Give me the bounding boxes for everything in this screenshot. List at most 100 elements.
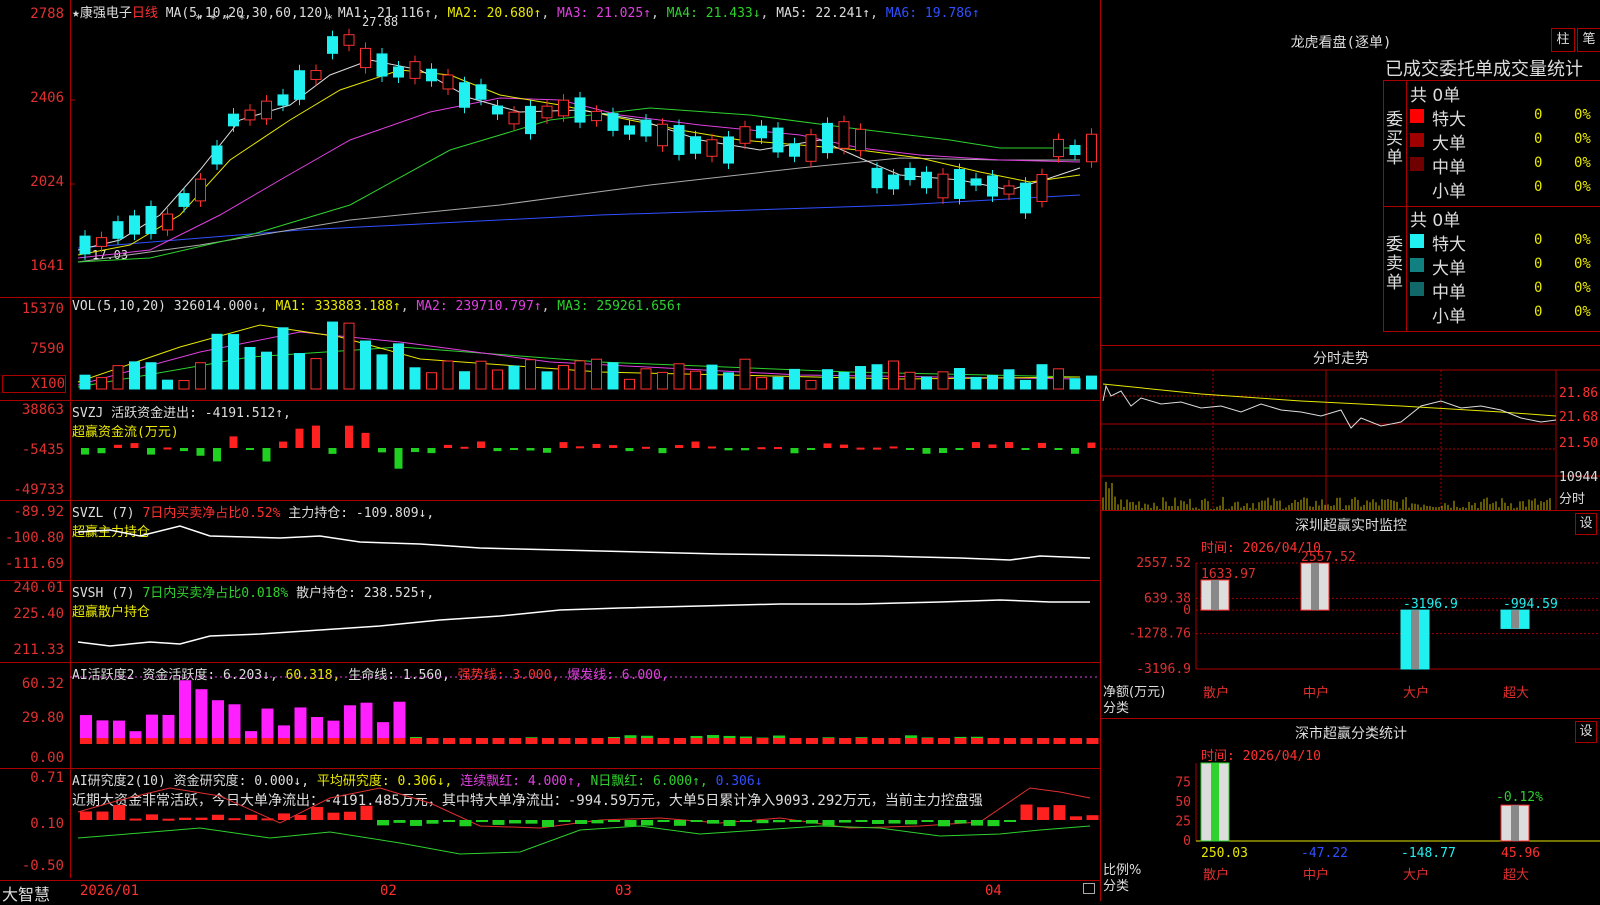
candle bbox=[657, 123, 668, 147]
candle bbox=[409, 61, 421, 79]
main-chart-area[interactable]: ★康强电子日线 MA(5,10,20,30,60,120) MA1: 21.11… bbox=[0, 0, 1101, 880]
intraday-footer: 分时 bbox=[1559, 492, 1586, 507]
research-bar bbox=[146, 814, 158, 820]
fund-flow-bar bbox=[378, 448, 386, 453]
svsh-pane[interactable]: SVSH (7) 7日内买卖净占比0.018% 散户持仓: 238.525↑, 超… bbox=[0, 580, 1100, 663]
volume-bar bbox=[261, 351, 272, 390]
research-bar bbox=[1037, 807, 1049, 820]
activity-bar bbox=[360, 702, 373, 744]
fund-flow-bar bbox=[724, 448, 733, 451]
research-bar bbox=[426, 820, 439, 824]
candle bbox=[244, 109, 256, 121]
research-bar bbox=[690, 820, 703, 822]
fund-flow-bar bbox=[328, 448, 337, 454]
candle bbox=[970, 178, 982, 186]
monitor-bar-shade bbox=[1311, 563, 1319, 611]
activity-base bbox=[1004, 738, 1016, 744]
monitor-bar-shade bbox=[1211, 580, 1219, 611]
monitor-category: 超大 bbox=[1503, 686, 1529, 701]
research-bar bbox=[179, 817, 191, 820]
volume-bar bbox=[1086, 375, 1097, 390]
fund-flow-bar bbox=[1005, 442, 1013, 448]
bar-mode-button[interactable]: 柱 bbox=[1551, 28, 1575, 52]
volume-bar bbox=[145, 362, 157, 390]
research-bar bbox=[228, 818, 241, 821]
volume-bar bbox=[1020, 379, 1031, 390]
volume-bar bbox=[607, 362, 619, 390]
candle bbox=[195, 178, 206, 202]
ai-research-pane[interactable]: AI研究度2(10) 资金研究度: 0.000↓, 平均研究度: 0.306↓,… bbox=[0, 768, 1100, 878]
kline-canvas bbox=[70, 28, 1097, 263]
volume-canvas bbox=[77, 321, 1097, 390]
activity-base bbox=[591, 738, 604, 744]
candle bbox=[706, 139, 718, 157]
fund-flow-bar bbox=[790, 448, 799, 454]
research-bar bbox=[822, 820, 835, 826]
candle bbox=[343, 34, 355, 46]
volume-bar bbox=[178, 380, 190, 390]
volume-bar bbox=[723, 372, 734, 390]
ai-activity-pane[interactable]: AI活跃度2 资金活跃度: 6.203↓, 60.318, 生命线: 1.560… bbox=[0, 662, 1100, 769]
volume-bar bbox=[541, 371, 553, 390]
candle bbox=[756, 125, 767, 139]
activity-base bbox=[855, 738, 868, 744]
fund-flow-bar bbox=[922, 448, 931, 454]
classify-category: 大户 bbox=[1403, 867, 1429, 883]
svzl-pane[interactable]: SVZL (7) 7日内买卖净占比0.52% 主力持仓: -109.809↓, 超… bbox=[0, 500, 1100, 581]
volume-bar bbox=[376, 354, 388, 390]
ai-research-canvas bbox=[77, 787, 1099, 855]
activity-base bbox=[971, 738, 983, 744]
activity-base bbox=[707, 738, 719, 744]
activity-base bbox=[476, 738, 488, 744]
candle bbox=[690, 136, 701, 154]
activity-base bbox=[1086, 738, 1099, 744]
fund-flow-bar bbox=[1087, 442, 1096, 448]
volume-bar bbox=[228, 334, 239, 390]
candle bbox=[475, 84, 487, 100]
activity-base bbox=[674, 738, 686, 744]
activity-base bbox=[80, 738, 92, 744]
volume-bar bbox=[360, 340, 371, 390]
volume-bar bbox=[954, 367, 965, 390]
activity-base bbox=[624, 738, 637, 744]
research-bar bbox=[1004, 820, 1016, 822]
classify-panel: 深市超赢分类统计 设 时间: 2026/04/10 75 50 25 0 250.03 散… bbox=[1100, 718, 1600, 901]
x-tick: 02 bbox=[380, 883, 397, 899]
order-color-swatch bbox=[1410, 109, 1424, 123]
activity-base bbox=[344, 738, 356, 744]
candle bbox=[789, 143, 800, 157]
volume-pane[interactable]: VOL(5,10,20) 326014.000↓, MA1: 333883.18… bbox=[0, 297, 1100, 401]
fund-flow-bar bbox=[361, 432, 370, 448]
intraday-panel[interactable]: 分时走势 21.86 21.68 21.50 10944 分时 bbox=[1100, 345, 1600, 511]
activity-base bbox=[261, 738, 274, 744]
activity-base bbox=[872, 738, 884, 744]
order-table: 委买单 共 0单 特大 0 0% 大单 0 0% 中单 0 0% 小单 0 0% 委卖单 共 0单 特… bbox=[1383, 80, 1600, 332]
activity-base bbox=[542, 738, 554, 744]
classify-category: 超大 bbox=[1503, 868, 1529, 883]
order-percent: 0% bbox=[1574, 256, 1591, 272]
activity-base bbox=[245, 738, 257, 744]
activity-base bbox=[806, 738, 818, 744]
activity-base bbox=[905, 738, 917, 744]
research-bar bbox=[443, 820, 455, 823]
svzj-pane[interactable]: SVZJ 活跃资金进出: -4191.512↑, 超赢资金流(万元) 38863 … bbox=[0, 400, 1100, 501]
activity-base bbox=[212, 738, 224, 744]
research-bar bbox=[113, 804, 125, 820]
activity-base bbox=[756, 738, 769, 744]
kline-pane[interactable]: ★康强电子日线 MA(5,10,20,30,60,120) MA1: 21.11… bbox=[0, 0, 1100, 298]
candle bbox=[360, 47, 371, 69]
classify-bar-shade bbox=[1211, 763, 1219, 841]
tick-mode-button[interactable]: 笔 bbox=[1577, 28, 1600, 52]
activity-base bbox=[393, 738, 406, 744]
volume-bar bbox=[475, 360, 487, 390]
research-bar bbox=[591, 820, 604, 824]
order-color-swatch bbox=[1410, 306, 1424, 320]
volume-bar bbox=[673, 363, 685, 390]
candle bbox=[822, 122, 833, 154]
fund-flow-bar bbox=[1054, 448, 1063, 450]
research-bar bbox=[921, 820, 934, 822]
research-bar bbox=[377, 820, 389, 826]
activity-base bbox=[228, 738, 241, 744]
candle bbox=[1069, 144, 1081, 156]
lock-icon[interactable] bbox=[1083, 883, 1095, 894]
